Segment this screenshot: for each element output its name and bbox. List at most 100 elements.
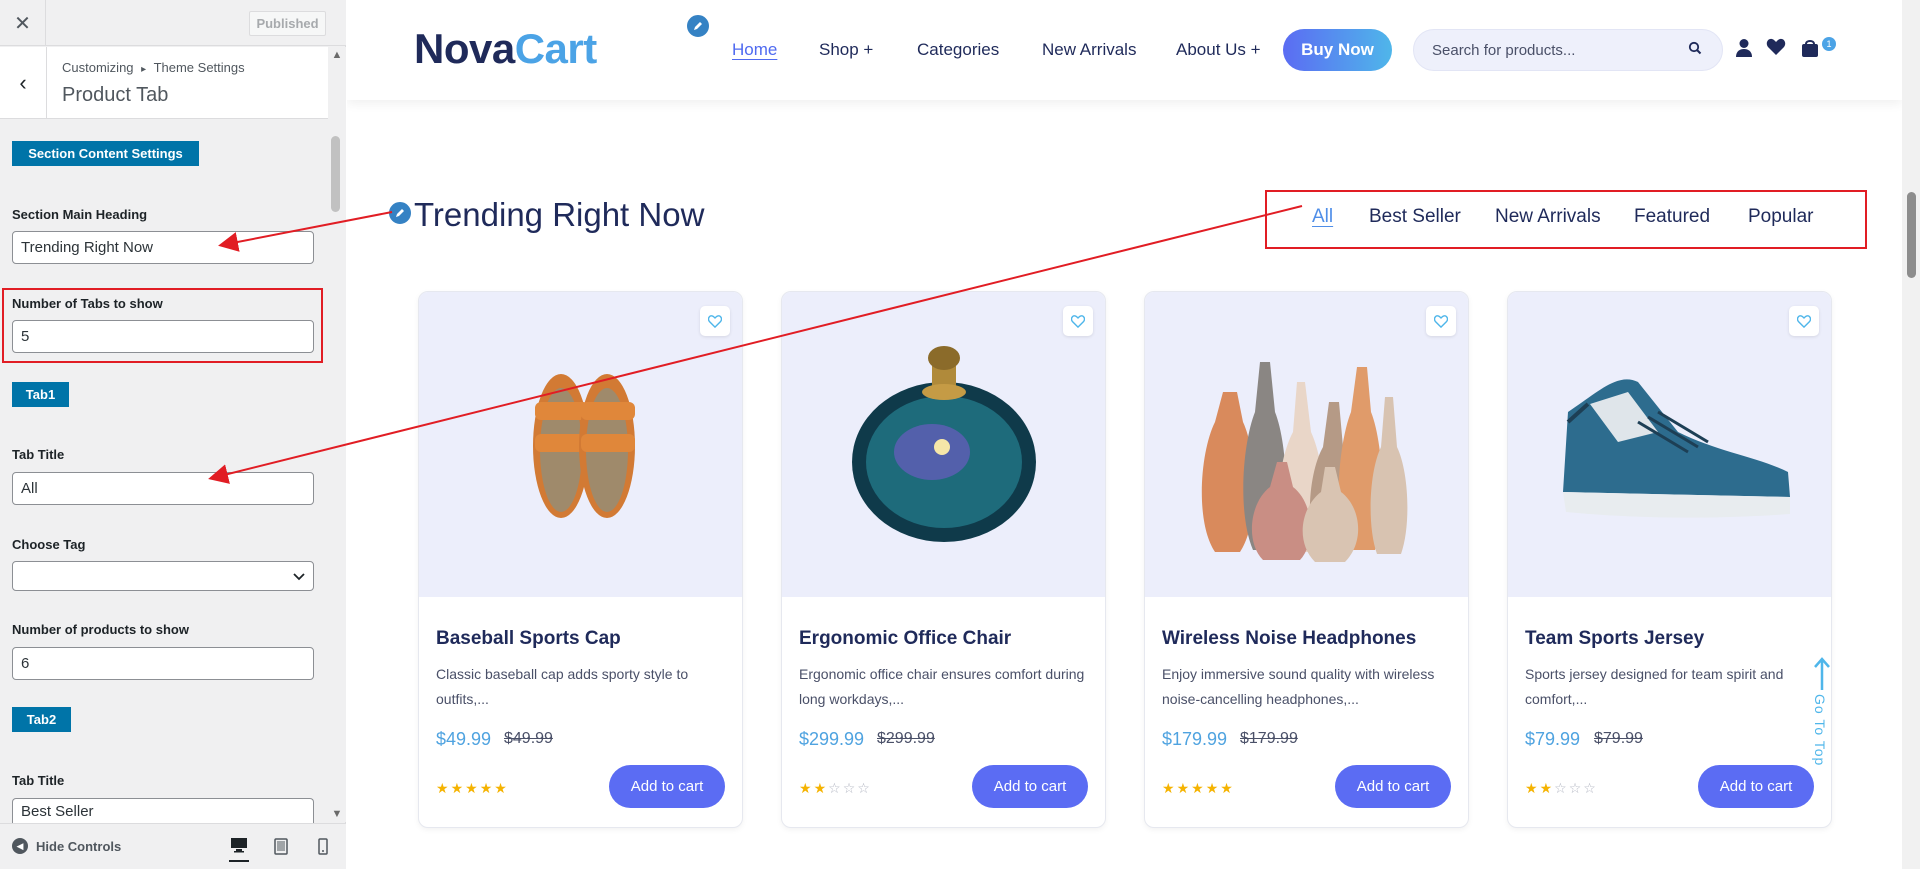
tabs-count-input[interactable]: 5 (12, 320, 314, 353)
panel-title: Product Tab (62, 84, 169, 106)
chevron-down-icon (293, 568, 305, 585)
back-arrow-icon[interactable]: ‹ (0, 47, 47, 119)
tab-featured[interactable]: Featured (1634, 206, 1710, 228)
nav-shop[interactable]: Shop + (819, 40, 873, 60)
tab-all[interactable]: All (1312, 206, 1333, 228)
heart-icon[interactable] (1766, 38, 1786, 61)
mobile-preview-icon[interactable] (313, 836, 333, 856)
product-old-price: $49.99 (504, 730, 553, 747)
section-edit-pencil-icon[interactable] (387, 200, 413, 226)
edit-pencil-icon[interactable] (685, 13, 711, 39)
star-filled-icon: ★ (465, 780, 480, 796)
preview-scrollbar[interactable] (1902, 0, 1920, 869)
product-image-vases[interactable] (1145, 292, 1468, 597)
product-price: $299.99 (799, 729, 865, 749)
product-card[interactable]: Baseball Sports Cap Classic baseball cap… (418, 291, 743, 828)
customizer-panel: ✕ Published ‹ Customizing ▸ Theme Settin… (0, 0, 346, 869)
search-input[interactable]: Search for products... (1413, 29, 1723, 71)
logo-part-cart: Cart (514, 25, 598, 72)
star-filled-icon: ★ (1205, 780, 1221, 796)
tab1-title-input[interactable]: All (12, 472, 314, 505)
tab-new-arrivals[interactable]: New Arrivals (1495, 206, 1601, 228)
wishlist-heart-icon[interactable] (1789, 306, 1819, 336)
star-empty-icon: ☆ (828, 780, 843, 796)
rating-stars: ★★★★★ (436, 780, 509, 797)
product-price: $49.99 (436, 729, 492, 749)
buy-now-button[interactable]: Buy Now (1283, 29, 1392, 71)
panel-footer: ◀ Hide Controls (0, 823, 346, 869)
product-old-price: $179.99 (1240, 730, 1298, 747)
product-price: $79.99 (1525, 729, 1581, 749)
product-card[interactable]: Ergonomic Office Chair Ergonomic office … (781, 291, 1106, 828)
site-header: NovaCart Home Shop + Categories New Arri… (347, 0, 1902, 100)
wishlist-heart-icon[interactable] (700, 306, 730, 336)
add-to-cart-button[interactable]: Add to cart (609, 765, 725, 808)
nav-about-us[interactable]: About Us + (1176, 40, 1261, 60)
product-title[interactable]: Baseball Sports Cap (436, 628, 621, 650)
add-to-cart-button[interactable]: Add to cart (1335, 765, 1451, 808)
tabs-count-label: Number of Tabs to show (12, 296, 163, 311)
close-icon[interactable]: ✕ (0, 0, 46, 46)
user-icon[interactable] (1735, 38, 1753, 63)
star-filled-icon: ★ (799, 780, 814, 796)
section-content-settings-tag: Section Content Settings (12, 141, 199, 166)
main-heading-input[interactable]: Trending Right Now (12, 231, 314, 264)
tab2-tag: Tab2 (12, 707, 71, 732)
star-empty-icon: ☆ (1568, 780, 1584, 796)
scroll-down-arrow-icon[interactable]: ▼ (329, 808, 345, 820)
nav-categories[interactable]: Categories (917, 40, 999, 60)
customizer-topbar: ✕ Published (0, 0, 346, 46)
breadcrumb-customizing: Customizing (62, 60, 134, 75)
choose-tag-select[interactable] (12, 561, 314, 591)
nav-new-arrivals[interactable]: New Arrivals (1042, 40, 1136, 60)
nav-home[interactable]: Home (732, 40, 777, 60)
hide-controls-button[interactable]: ◀ Hide Controls (12, 838, 121, 854)
tab-best-seller[interactable]: Best Seller (1369, 206, 1461, 228)
star-filled-icon: ★ (494, 780, 509, 796)
published-button[interactable]: Published (249, 11, 326, 36)
desktop-preview-icon[interactable] (229, 830, 249, 862)
preview-scroll-thumb[interactable] (1907, 192, 1916, 278)
product-title[interactable]: Ergonomic Office Chair (799, 628, 1011, 650)
products-count-input[interactable]: 6 (12, 647, 314, 680)
logo-part-nova: Nova (414, 25, 515, 72)
search-icon[interactable] (1688, 41, 1702, 60)
star-filled-icon: ★ (1176, 780, 1192, 796)
star-filled-icon: ★ (1539, 780, 1555, 796)
star-filled-icon: ★ (450, 780, 466, 796)
panel-scroll-thumb[interactable] (331, 136, 340, 212)
scroll-up-arrow-icon[interactable]: ▲ (329, 49, 345, 61)
tablet-preview-icon[interactable] (271, 836, 291, 856)
hide-controls-label: Hide Controls (36, 838, 122, 854)
star-filled-icon: ★ (1525, 780, 1540, 796)
star-empty-icon: ☆ (1583, 780, 1598, 796)
cart-count-badge: 1 (1822, 37, 1836, 51)
products-count-label: Number of products to show (12, 622, 189, 637)
star-filled-icon: ★ (813, 780, 829, 796)
breadcrumb-theme-settings: Theme Settings (153, 60, 245, 75)
wishlist-heart-icon[interactable] (1063, 306, 1093, 336)
product-image-sneaker[interactable] (1508, 292, 1831, 597)
star-filled-icon: ★ (1191, 780, 1206, 796)
product-old-price: $79.99 (1594, 730, 1643, 747)
cart-icon[interactable] (1801, 38, 1819, 63)
site-logo[interactable]: NovaCart (414, 25, 597, 73)
product-title[interactable]: Team Sports Jersey (1525, 628, 1704, 650)
add-to-cart-button[interactable]: Add to cart (1698, 765, 1814, 808)
product-image-sandals[interactable] (419, 292, 742, 597)
rating-stars: ★★☆☆☆ (1525, 780, 1598, 797)
tab-popular[interactable]: Popular (1748, 206, 1814, 228)
wishlist-heart-icon[interactable] (1426, 306, 1456, 336)
tab2-title-input[interactable]: Best Seller (12, 798, 314, 823)
product-price: $179.99 (1162, 729, 1228, 749)
choose-tag-label: Choose Tag (12, 537, 86, 552)
star-empty-icon: ☆ (842, 780, 858, 796)
product-image-bottle[interactable] (782, 292, 1105, 597)
product-card[interactable]: Wireless Noise Headphones Enjoy immersiv… (1144, 291, 1469, 828)
product-card[interactable]: Team Sports Jersey Sports jersey designe… (1507, 291, 1832, 828)
main-heading-label: Section Main Heading (12, 207, 148, 222)
go-to-top-label: Go To Top (1812, 694, 1828, 767)
add-to-cart-button[interactable]: Add to cart (972, 765, 1088, 808)
product-title[interactable]: Wireless Noise Headphones (1162, 628, 1416, 650)
product-description: Ergonomic office chair ensures comfort d… (799, 666, 1085, 707)
